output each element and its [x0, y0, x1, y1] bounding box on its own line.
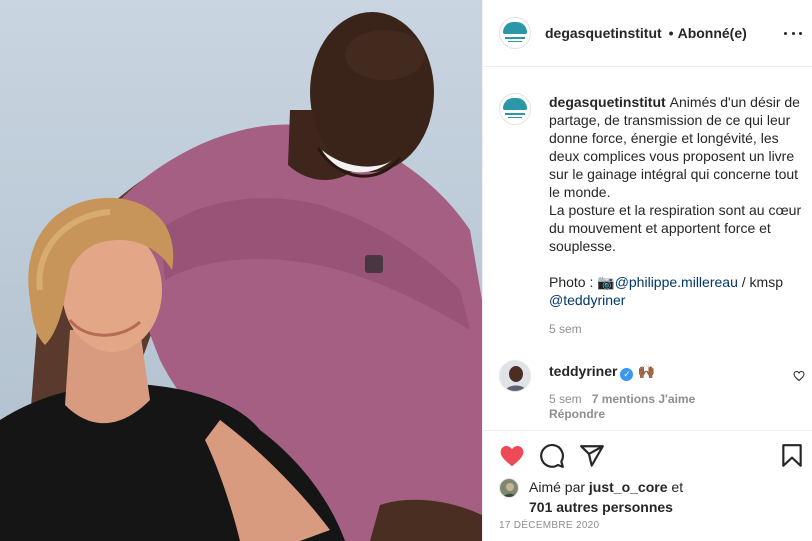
post-sidebar: degasquetinstitut • Abonné(e) degasqueti… [482, 0, 812, 541]
reply-meta: 5 sem 7 mentions J'aime [549, 392, 695, 406]
reply-avatar[interactable] [499, 360, 531, 392]
header-username[interactable]: degasquetinstitut [545, 25, 662, 41]
caption-text: degasquetinstitut Animés d'un désir de pa… [549, 93, 811, 309]
reply-button[interactable]: Répondre [549, 407, 605, 421]
photo-credit-link[interactable]: @philippe.millereau [615, 274, 738, 290]
post-header: degasquetinstitut • Abonné(e) [483, 0, 812, 67]
post-actions: Aimé par just_o_core et 701 autres perso… [483, 430, 812, 541]
follow-state-button[interactable]: Abonné(e) [678, 25, 747, 41]
post-date[interactable]: 17 DÉCEMBRE 2020 [499, 520, 599, 531]
reply-comment: teddyriner ✓ 🙌🏾 [549, 362, 655, 381]
reply-username[interactable]: teddyriner [549, 363, 617, 379]
likes-text: Aimé par just_o_core et 701 autres perso… [529, 477, 683, 517]
instagram-post: degasquetinstitut • Abonné(e) degasqueti… [0, 0, 812, 541]
likes-others-count[interactable]: 701 autres personnes [529, 499, 673, 515]
caption-username[interactable]: degasquetinstitut [549, 94, 666, 110]
likes-prefix: Aimé par [529, 479, 589, 495]
caption-avatar[interactable] [499, 93, 531, 125]
more-horizontal-icon[interactable] [784, 24, 802, 42]
photo-credit-prefix: Photo : 📷 [549, 274, 615, 290]
comment-icon[interactable] [539, 443, 565, 469]
liker-avatar[interactable] [499, 478, 519, 498]
profile-avatar[interactable] [499, 17, 531, 49]
photo-illustration [0, 12, 482, 541]
likes-middle: et [667, 479, 684, 495]
separator-dot: • [668, 25, 674, 41]
action-bar [499, 443, 805, 469]
comments-area: degasquetinstitut Animés d'un désir de pa… [483, 67, 812, 430]
photo-credit-suffix: / kmsp [737, 274, 783, 290]
likes-summary: Aimé par just_o_core et 701 autres perso… [499, 477, 683, 517]
tag-link[interactable]: @teddyriner [549, 292, 625, 308]
liker-username[interactable]: just_o_core [589, 479, 668, 495]
bookmark-icon[interactable] [779, 443, 805, 469]
reply-likes-count[interactable]: 7 mentions J'aime [592, 392, 696, 406]
post-photo[interactable] [0, 0, 482, 541]
caption-body: Animés d'un désir de partage, de transmi… [549, 94, 802, 254]
verified-badge-icon: ✓ [620, 368, 634, 381]
caption-timestamp[interactable]: 5 sem [549, 322, 582, 336]
reply-emoji: 🙌🏾 [637, 363, 655, 379]
heart-filled-icon[interactable] [499, 443, 525, 469]
reply-timestamp[interactable]: 5 sem [549, 392, 582, 406]
share-icon[interactable] [579, 443, 605, 469]
comment-like-heart-icon[interactable] [793, 370, 805, 382]
